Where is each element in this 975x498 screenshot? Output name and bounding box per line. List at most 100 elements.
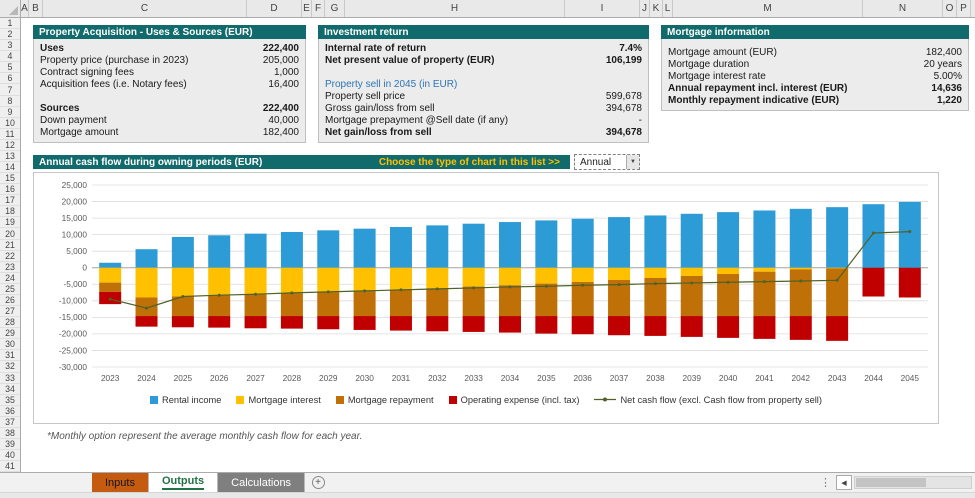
row-header-37[interactable]: 37 (0, 417, 20, 428)
row-header-15[interactable]: 15 (0, 173, 20, 184)
tab-splitter-handle[interactable]: ⋮ (820, 476, 831, 489)
cell-label[interactable]: Sources (40, 103, 79, 114)
sheet-tab-inputs[interactable]: Inputs (92, 473, 149, 492)
scroll-left-icon[interactable]: ◀ (836, 475, 852, 490)
cell-label[interactable]: Monthly repayment indicative (EUR) (668, 95, 839, 106)
cell-label[interactable]: Property price (purchase in 2023) (40, 55, 188, 66)
cell-label[interactable]: Down payment (40, 115, 107, 126)
row-header-17[interactable]: 17 (0, 195, 20, 206)
add-sheet-button[interactable]: + (305, 473, 331, 492)
cell-value[interactable]: 1,220 (937, 95, 962, 106)
row-header-22[interactable]: 22 (0, 251, 20, 262)
column-header-B[interactable]: B (29, 0, 43, 17)
row-header-10[interactable]: 10 (0, 118, 20, 129)
row-header-4[interactable]: 4 (0, 51, 20, 62)
sheet-tab-outputs[interactable]: Outputs (149, 473, 218, 492)
cell-label[interactable]: Acquisition fees (i.e. Notary fees) (40, 79, 187, 90)
row-header-3[interactable]: 3 (0, 40, 20, 51)
row-header-19[interactable]: 19 (0, 217, 20, 228)
cell-label[interactable]: Uses (40, 43, 64, 54)
row-header-25[interactable]: 25 (0, 284, 20, 295)
cell-label[interactable]: Contract signing fees (40, 67, 134, 78)
cell-value[interactable]: 394,678 (606, 103, 642, 114)
row-header-27[interactable]: 27 (0, 306, 20, 317)
cell-label[interactable]: Mortgage amount (40, 127, 118, 138)
sheet-tab-calculations[interactable]: Calculations (218, 473, 305, 492)
select-all-corner[interactable] (0, 0, 21, 17)
cell-value[interactable]: 205,000 (263, 55, 299, 66)
row-header-12[interactable]: 12 (0, 140, 20, 151)
chart-type-dropdown[interactable]: Annual ▼ (574, 154, 640, 170)
row-header-33[interactable]: 33 (0, 373, 20, 384)
row-header-30[interactable]: 30 (0, 339, 20, 350)
column-header-K[interactable]: K (650, 0, 663, 17)
row-header-7[interactable]: 7 (0, 84, 20, 95)
row-header-41[interactable]: 41 (0, 461, 20, 472)
row-header-23[interactable]: 23 (0, 262, 20, 273)
cell-label[interactable]: Property sell in 2045 (in EUR) (325, 79, 457, 90)
cell-value[interactable]: 14,636 (931, 83, 962, 94)
column-header-I[interactable]: I (565, 0, 640, 17)
cell-label[interactable]: Mortgage prepayment @Sell date (if any) (325, 115, 508, 126)
row-header-1[interactable]: 1 (0, 18, 20, 29)
cell-value[interactable]: 7.4% (619, 43, 642, 54)
row-header-39[interactable]: 39 (0, 439, 20, 450)
cell-value[interactable]: 182,400 (263, 127, 299, 138)
row-header-18[interactable]: 18 (0, 206, 20, 217)
cell-value[interactable]: 394,678 (606, 127, 642, 138)
row-header-38[interactable]: 38 (0, 428, 20, 439)
row-header-5[interactable]: 5 (0, 62, 20, 73)
row-header-28[interactable]: 28 (0, 317, 20, 328)
row-header-13[interactable]: 13 (0, 151, 20, 162)
row-header-14[interactable]: 14 (0, 162, 20, 173)
cell-label[interactable]: Gross gain/loss from sell (325, 103, 434, 114)
row-header-11[interactable]: 11 (0, 129, 20, 140)
column-header-O[interactable]: O (943, 0, 957, 17)
chevron-down-icon[interactable]: ▼ (626, 155, 639, 169)
column-header-A[interactable]: A (21, 0, 29, 17)
column-header-E[interactable]: E (302, 0, 312, 17)
column-header-G[interactable]: G (325, 0, 345, 17)
horizontal-scrollbar[interactable] (854, 476, 972, 489)
cell-value[interactable]: 182,400 (926, 47, 962, 58)
column-header-N[interactable]: N (863, 0, 943, 17)
row-header-31[interactable]: 31 (0, 350, 20, 361)
row-header-2[interactable]: 2 (0, 29, 20, 40)
cell-value[interactable]: 5.00% (934, 71, 962, 82)
cell-label[interactable]: Annual repayment incl. interest (EUR) (668, 83, 847, 94)
cell-label[interactable]: Net gain/loss from sell (325, 127, 432, 138)
cell-label[interactable]: Mortgage interest rate (668, 71, 766, 82)
row-header-9[interactable]: 9 (0, 107, 20, 118)
row-header-36[interactable]: 36 (0, 406, 20, 417)
row-header-21[interactable]: 21 (0, 240, 20, 251)
cell-value[interactable]: 40,000 (268, 115, 299, 126)
column-header-D[interactable]: D (247, 0, 302, 17)
column-header-C[interactable]: C (43, 0, 247, 17)
row-header-16[interactable]: 16 (0, 184, 20, 195)
cell-label[interactable]: Internal rate of return (325, 43, 426, 54)
cell-value[interactable]: 1,000 (274, 67, 299, 78)
column-header-H[interactable]: H (345, 0, 565, 17)
column-header-L[interactable]: L (663, 0, 673, 17)
cell-value[interactable]: 106,199 (606, 55, 642, 66)
cashflow-chart[interactable]: 25,00020,00015,00010,0005,0000-5,000-10,… (33, 172, 939, 424)
cell-label[interactable]: Mortgage duration (668, 59, 749, 70)
row-header-40[interactable]: 40 (0, 450, 20, 461)
cell-label[interactable]: Mortgage amount (EUR) (668, 47, 777, 58)
cell-value[interactable]: - (639, 115, 642, 126)
scrollbar-thumb[interactable] (856, 478, 926, 487)
row-header-34[interactable]: 34 (0, 384, 20, 395)
cell-value[interactable]: 599,678 (606, 91, 642, 102)
column-header-F[interactable]: F (312, 0, 325, 17)
column-header-P[interactable]: P (957, 0, 971, 17)
cell-value[interactable]: 222,400 (263, 43, 299, 54)
sheet-area[interactable]: Property Acquisition - Uses & Sources (E… (21, 18, 975, 472)
cell-label[interactable]: Property sell price (325, 91, 405, 102)
column-header-M[interactable]: M (673, 0, 863, 17)
row-header-24[interactable]: 24 (0, 273, 20, 284)
cell-value[interactable]: 20 years (924, 59, 962, 70)
row-header-32[interactable]: 32 (0, 361, 20, 372)
cell-value[interactable]: 222,400 (263, 103, 299, 114)
row-header-35[interactable]: 35 (0, 395, 20, 406)
cell-label[interactable]: Net present value of property (EUR) (325, 55, 494, 66)
